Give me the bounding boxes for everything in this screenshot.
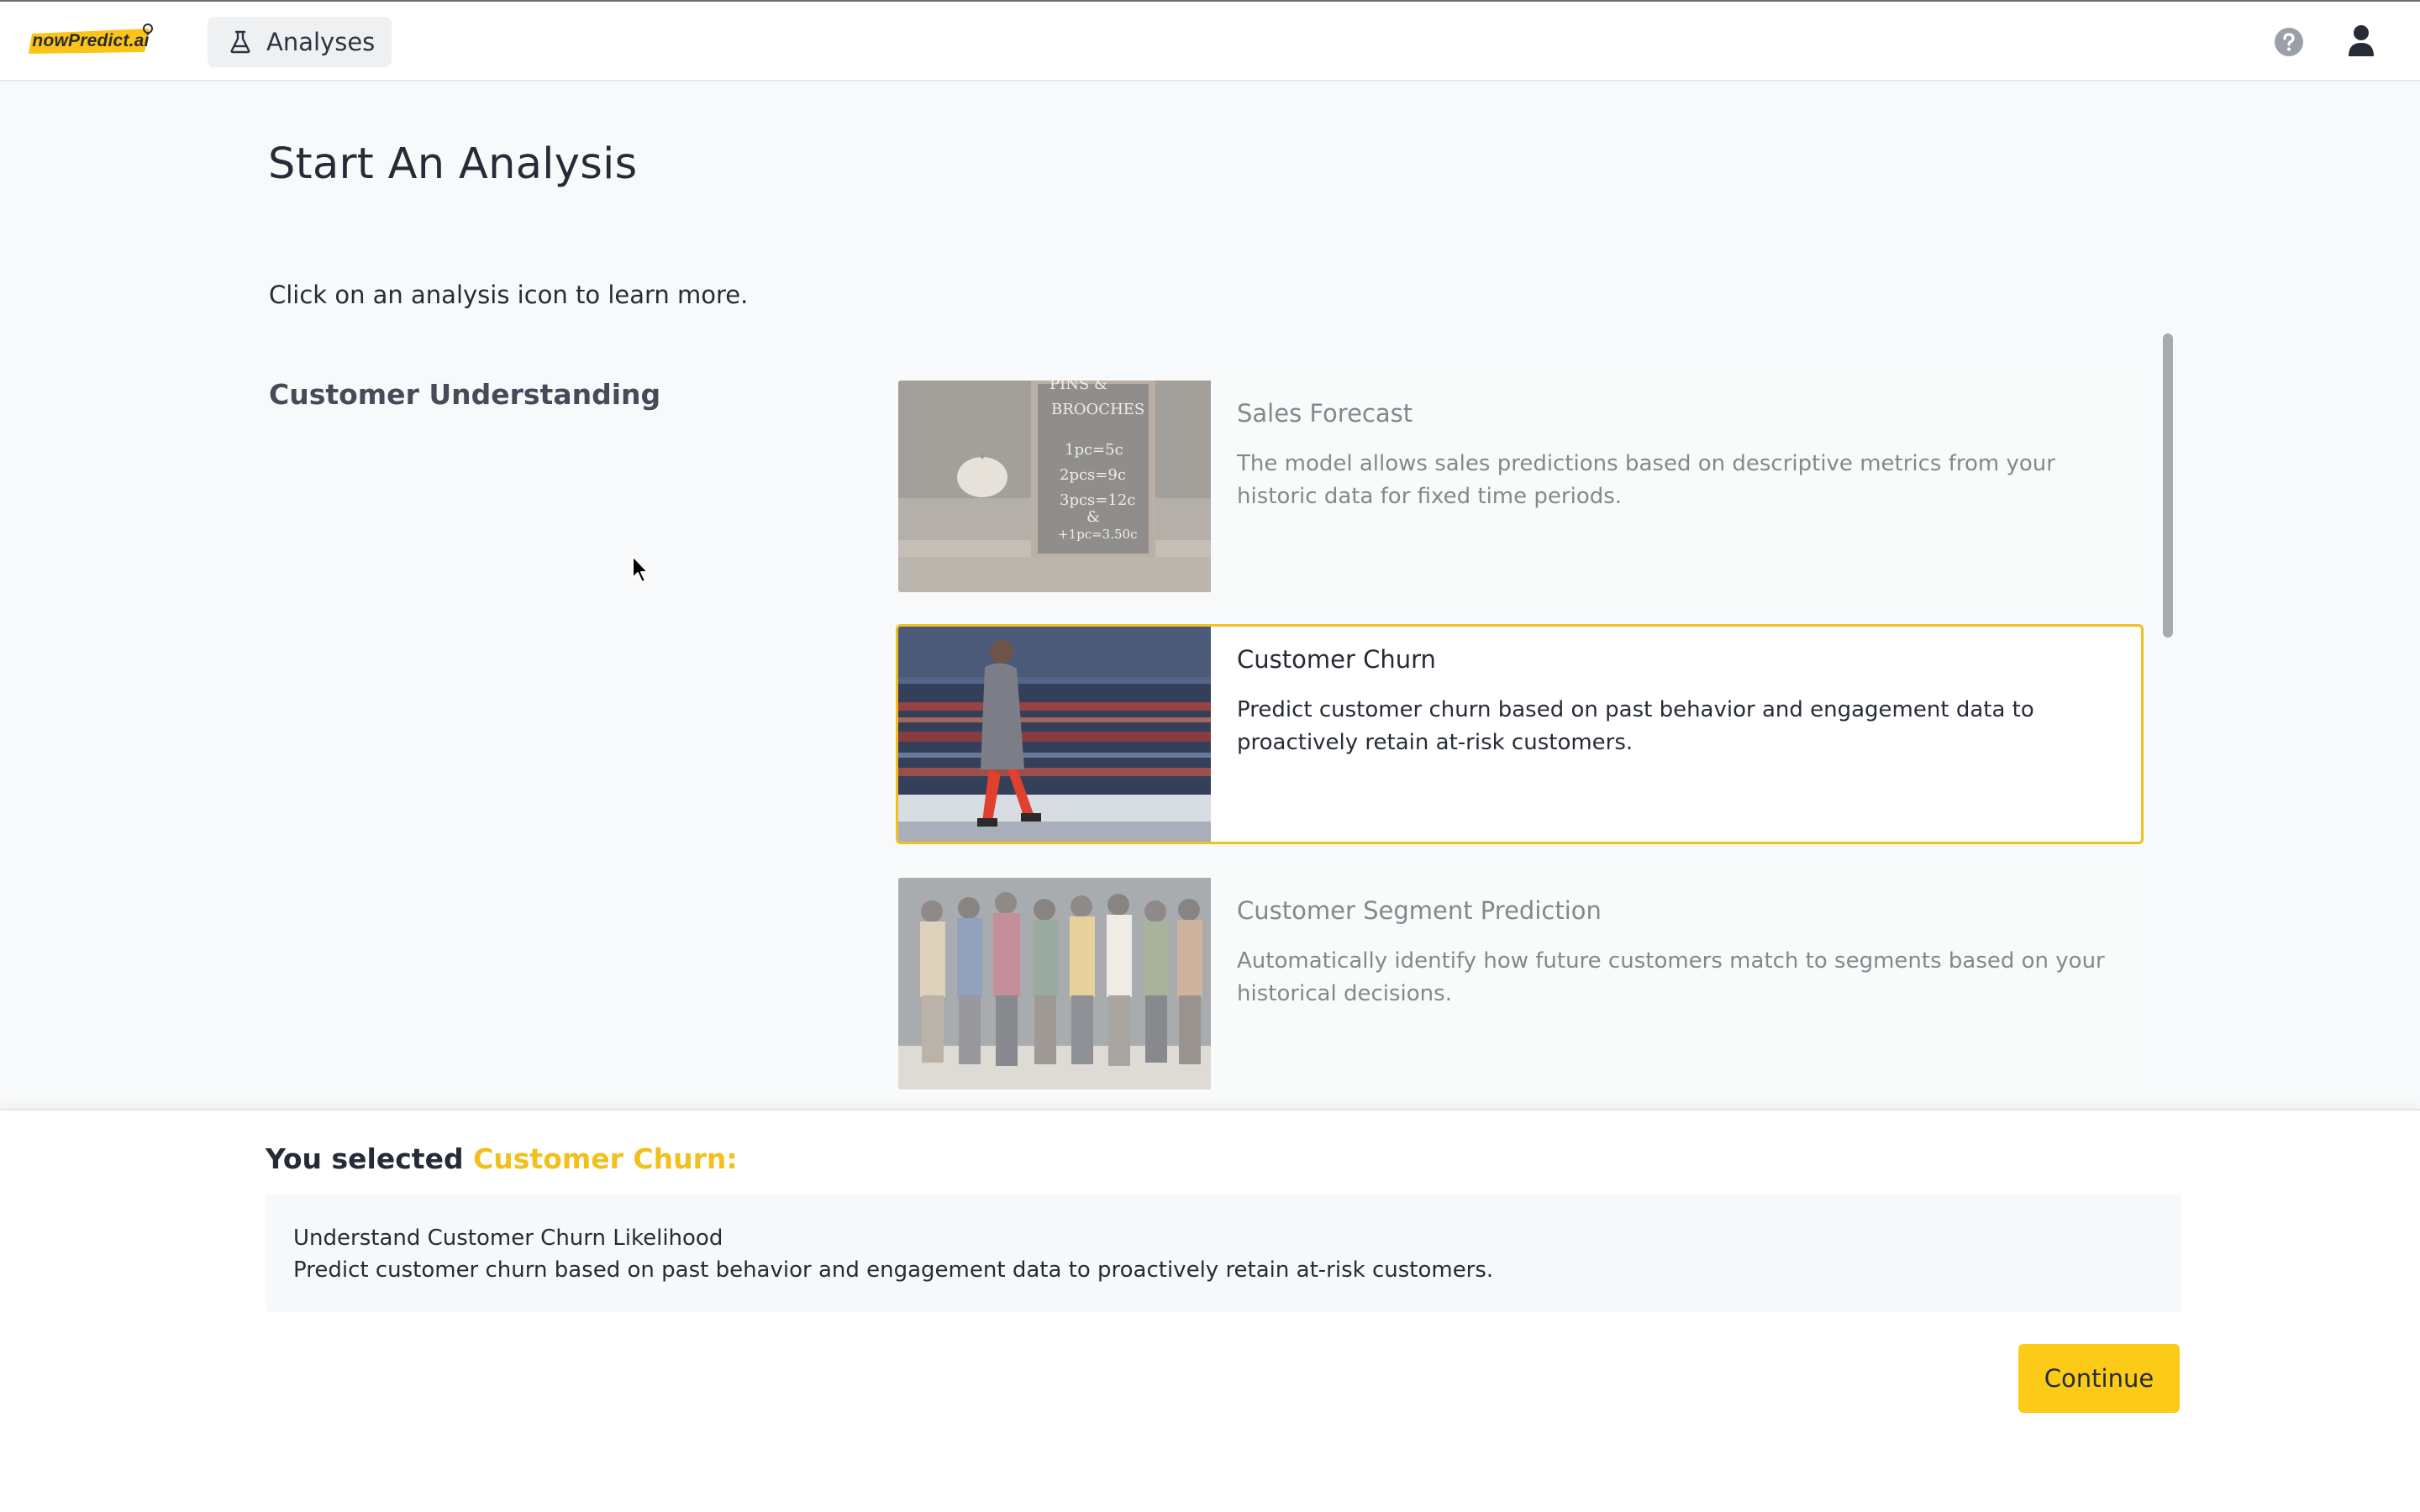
top-bar: nowPredict.ai Analyses: [0, 0, 2420, 81]
sales-forecast-image: PINS & BROOCHES 1pc=5c 2pcs=9c 3pcs=12c …: [898, 381, 1211, 592]
analysis-card-customer-segment-prediction[interactable]: Customer Segment Prediction Automaticall…: [896, 875, 2144, 1092]
chalk-text-4: 2pcs=9c: [1060, 466, 1126, 484]
selection-heading: You selected Customer Churn:: [266, 1142, 738, 1175]
card-description: Predict customer churn based on past beh…: [1237, 697, 2034, 755]
scrollbar-thumb[interactable]: [2163, 333, 2173, 638]
chalk-text-6: &: [1086, 508, 1100, 526]
chalk-text-7: +1pc=3.50c: [1058, 527, 1137, 542]
selection-summary: Understand Customer Churn Likelihood Pre…: [266, 1194, 2181, 1312]
user-icon[interactable]: [2347, 24, 2375, 58]
nav-analyses-label: Analyses: [266, 28, 376, 56]
section-title: Customer Understanding: [269, 378, 661, 411]
nav-analyses[interactable]: Analyses: [208, 17, 392, 67]
summary-title: Understand Customer Churn Likelihood: [293, 1226, 723, 1251]
card-description: Automatically identify how future custom…: [1237, 948, 2105, 1006]
chalk-text-2: BROOCHES: [1051, 401, 1144, 418]
page-title: Start An Analysis: [268, 139, 638, 189]
flask-icon: [230, 30, 250, 54]
summary-description: Predict customer churn based on past beh…: [293, 1257, 1494, 1283]
card-title: Sales Forecast: [1237, 399, 1413, 428]
chalk-text-5: 3pcs=12c: [1060, 491, 1135, 509]
continue-button[interactable]: Continue: [2018, 1344, 2180, 1413]
intro-text: Click on an analysis icon to learn more.: [269, 281, 749, 309]
selection-prefix: You selected: [266, 1142, 464, 1175]
card-title: Customer Churn: [1237, 645, 1436, 674]
card-description: The model allows sales predictions based…: [1237, 451, 2055, 509]
analysis-card-sales-forecast[interactable]: PINS & BROOCHES 1pc=5c 2pcs=9c 3pcs=12c …: [896, 378, 2144, 595]
selection-panel: You selected Customer Churn: Understand …: [0, 1109, 2420, 1512]
logo-text: nowPredict.ai: [32, 31, 150, 50]
chalk-text-3: 1pc=5c: [1065, 441, 1123, 459]
selection-name: Customer Churn:: [473, 1142, 738, 1175]
chalk-text-1: PINS &: [1050, 381, 1107, 393]
customer-segment-image: [898, 878, 1211, 1089]
analysis-card-customer-churn[interactable]: Customer Churn Predict customer churn ba…: [896, 624, 2144, 844]
help-icon[interactable]: [2274, 27, 2304, 57]
mouse-cursor-icon: [632, 555, 649, 583]
logo[interactable]: nowPredict.ai: [27, 22, 155, 59]
customer-churn-image: [898, 627, 1211, 842]
card-title: Customer Segment Prediction: [1237, 896, 1602, 925]
